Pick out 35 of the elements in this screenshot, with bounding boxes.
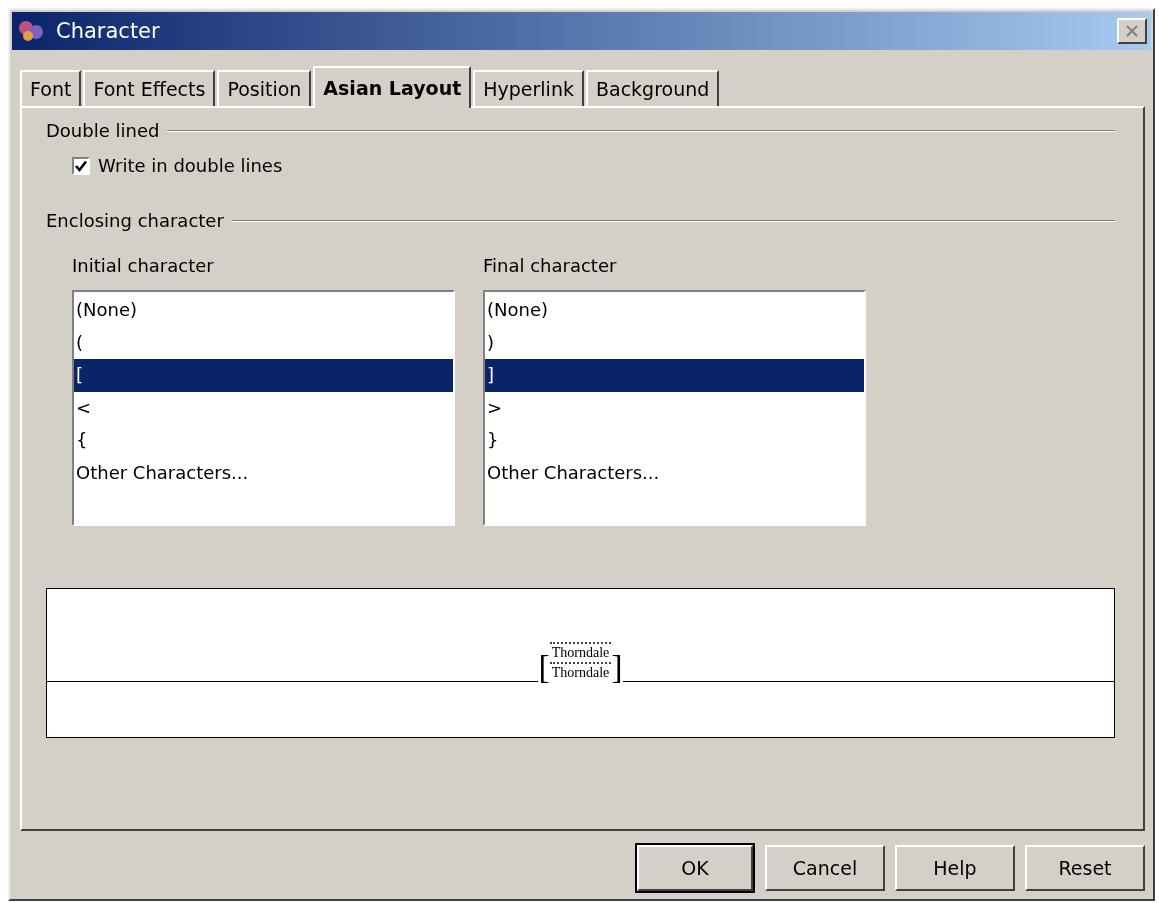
window-title: Character — [56, 19, 160, 43]
list-item[interactable]: ) — [485, 326, 864, 359]
tab[interactable]: Hyperlink — [473, 70, 584, 106]
list-item[interactable]: > — [485, 391, 864, 424]
close-icon — [1124, 24, 1140, 38]
list-item[interactable]: Other Characters... — [485, 456, 864, 489]
tab[interactable]: Font — [20, 70, 82, 106]
list-item[interactable]: { — [74, 424, 453, 457]
checkbox[interactable] — [72, 156, 90, 175]
list-item[interactable]: Other Characters... — [74, 456, 453, 489]
section-title: Double lined — [46, 120, 160, 141]
list-item[interactable]: < — [74, 391, 453, 424]
tab[interactable]: Background — [585, 70, 720, 106]
dialog-button[interactable]: Cancel — [765, 845, 885, 891]
dialog-button[interactable]: Help — [895, 845, 1015, 891]
list-item[interactable]: ( — [74, 326, 453, 359]
close-button[interactable] — [1117, 18, 1147, 44]
list-item[interactable]: (None) — [74, 294, 453, 327]
preview-bracket: ] — [611, 652, 623, 682]
section-title: Enclosing character — [46, 210, 224, 231]
list-box[interactable]: (None) ( [ < { Other Characters... — [72, 290, 455, 526]
list-item[interactable]: [ — [74, 359, 453, 392]
tab[interactable]: Position — [217, 70, 312, 106]
list-label: Initial character — [72, 255, 215, 276]
preview-bracket: [ — [538, 652, 550, 682]
dialog-button[interactable]: OK — [637, 845, 753, 891]
list-item[interactable]: } — [485, 424, 864, 457]
tab[interactable]: Asian Layout — [313, 66, 472, 108]
list-item[interactable]: (None) — [485, 294, 864, 327]
tab[interactable]: Font Effects — [83, 70, 216, 106]
checkbox-label[interactable]: Write in double lines — [98, 155, 283, 176]
dialog-button[interactable]: Reset — [1025, 845, 1145, 891]
list-box[interactable]: (None) ) ] > } Other Characters... — [483, 290, 866, 526]
list-label: Final character — [483, 255, 618, 276]
list-item[interactable]: ] — [485, 359, 864, 392]
